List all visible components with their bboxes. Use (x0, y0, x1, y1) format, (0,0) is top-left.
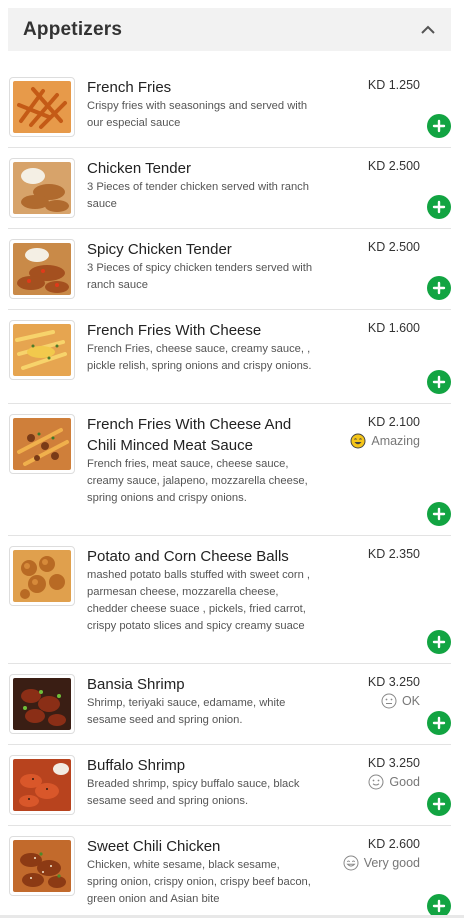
rating-label: OK (401, 694, 420, 708)
item-description: French fries, meat sauce, cheese sauce, … (87, 458, 308, 504)
menu-item[interactable]: Bansia Shrimp Shrimp, teriyaki sauce, ed… (8, 664, 451, 745)
add-to-cart-button[interactable] (427, 630, 451, 654)
item-description: 3 Pieces of tender chicken served with r… (87, 181, 310, 210)
section-title: Appetizers (23, 18, 123, 40)
item-name: Spicy Chicken Tender (87, 241, 232, 258)
item-description: Crispy fries with seasonings and served … (87, 100, 308, 129)
plus-icon (432, 507, 446, 521)
plus-icon (432, 899, 446, 913)
item-rating: OK (381, 693, 420, 709)
item-description: French Fries, cheese sauce, creamy sauce… (87, 343, 312, 372)
item-thumbnail[interactable] (9, 674, 75, 734)
menu-item[interactable]: French Fries With Cheese And Chili Mince… (8, 404, 451, 536)
item-description: Shrimp, teriyaki sauce, edamame, white s… (87, 697, 286, 726)
menu-item[interactable]: Spicy Chicken Tender 3 Pieces of spicy c… (8, 229, 451, 310)
item-price: KD 2.100 (367, 415, 420, 429)
rating-label: Amazing (371, 434, 420, 448)
plus-icon (432, 635, 446, 649)
item-price: KD 3.250 (367, 756, 420, 770)
add-to-cart-button[interactable] (427, 792, 451, 816)
item-name: Potato and Corn Cheese Balls (87, 548, 289, 565)
add-to-cart-button[interactable] (427, 195, 451, 219)
item-rating: Amazing (350, 433, 420, 449)
item-price: KD 2.350 (367, 547, 420, 561)
chevron-up-icon[interactable] (420, 22, 436, 38)
item-thumbnail[interactable] (9, 239, 75, 299)
add-to-cart-button[interactable] (427, 276, 451, 300)
menu-item[interactable]: French Fries Crispy fries with seasoning… (8, 67, 451, 148)
item-price: KD 3.250 (367, 675, 420, 689)
item-description: mashed potato balls stuffed with sweet c… (87, 569, 311, 632)
item-price: KD 2.500 (367, 159, 420, 173)
item-description: Chicken, white sesame, black sesame, spr… (87, 859, 311, 905)
item-thumbnail[interactable] (9, 158, 75, 218)
add-to-cart-button[interactable] (427, 502, 451, 526)
item-name: Bansia Shrimp (87, 676, 185, 693)
menu-item[interactable]: Chicken Tender 3 Pieces of tender chicke… (8, 148, 451, 229)
menu-item-list: French Fries Crispy fries with seasoning… (8, 67, 451, 918)
add-to-cart-button[interactable] (427, 114, 451, 138)
plus-icon (432, 200, 446, 214)
item-thumbnail[interactable] (9, 414, 75, 474)
menu-item[interactable]: Sweet Chili Chicken Chicken, white sesam… (8, 826, 451, 918)
item-price: KD 1.600 (367, 321, 420, 335)
plus-icon (432, 281, 446, 295)
item-description: Breaded shrimp, spicy buffalo sauce, bla… (87, 778, 300, 807)
item-price: KD 2.500 (367, 240, 420, 254)
item-thumbnail[interactable] (9, 546, 75, 606)
item-rating: Very good (343, 855, 420, 871)
item-name: Chicken Tender (87, 160, 191, 177)
happy-face-icon (343, 855, 359, 871)
rating-label: Good (389, 775, 420, 789)
item-price: KD 1.250 (367, 78, 420, 92)
item-name: French Fries With Cheese And Chili Mince… (87, 416, 292, 454)
plus-icon (432, 119, 446, 133)
item-thumbnail[interactable] (9, 77, 75, 137)
menu-item[interactable]: Potato and Corn Cheese Balls mashed pota… (8, 536, 451, 664)
item-price: KD 2.600 (367, 837, 420, 851)
plus-icon (432, 375, 446, 389)
item-thumbnail[interactable] (9, 836, 75, 896)
smiling-face-icon (368, 774, 384, 790)
add-to-cart-button[interactable] (427, 711, 451, 735)
item-name: Buffalo Shrimp (87, 757, 186, 774)
rating-label: Very good (363, 856, 420, 870)
plus-icon (432, 797, 446, 811)
item-thumbnail[interactable] (9, 755, 75, 815)
add-to-cart-button[interactable] (427, 370, 451, 394)
item-name: French Fries (87, 79, 172, 96)
item-description: 3 Pieces of spicy chicken tenders served… (87, 262, 313, 291)
section-header[interactable]: Appetizers (8, 8, 451, 51)
item-rating: Good (368, 774, 420, 790)
menu-item[interactable]: Buffalo Shrimp Breaded shrimp, spicy buf… (8, 745, 451, 826)
item-name: French Fries With Cheese (87, 322, 262, 339)
item-name: Sweet Chili Chicken (87, 838, 221, 855)
menu-item[interactable]: French Fries With Cheese French Fries, c… (8, 310, 451, 404)
amazing-face-icon (350, 433, 366, 449)
neutral-face-icon (381, 693, 397, 709)
plus-icon (432, 716, 446, 730)
item-thumbnail[interactable] (9, 320, 75, 380)
